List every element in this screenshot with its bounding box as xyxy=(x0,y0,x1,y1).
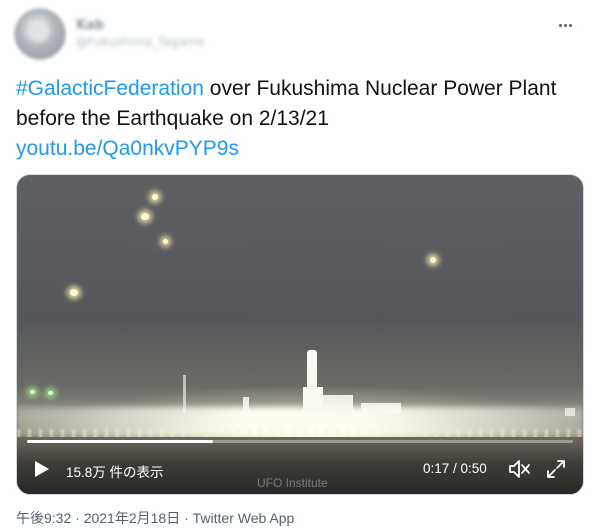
more-horizontal-icon xyxy=(558,23,562,27)
tweet-footer: 午後9:32 · 2021年2月18日 · Twitter Web App xyxy=(16,508,294,528)
source-app[interactable]: Twitter Web App xyxy=(193,510,295,526)
youtube-link[interactable]: youtu.be/Qa0nkvPYP9s xyxy=(16,137,239,160)
video-player[interactable]: 15.8万 件の表示 0:17 / 0:50 UFO Institute xyxy=(16,174,584,495)
user-info[interactable]: Kab @Fukushima_Tagame xyxy=(76,18,216,54)
sky-light xyxy=(430,257,436,263)
muted-speaker-icon[interactable] xyxy=(507,458,531,480)
video-time: 0:17 / 0:50 xyxy=(423,461,487,476)
view-count: 15.8万 件の表示 xyxy=(66,465,164,480)
video-progress-fill xyxy=(27,440,213,443)
sky-light xyxy=(70,289,78,296)
tweet-timestamp[interactable]: 午後9:32 · 2021年2月18日 xyxy=(16,510,180,526)
play-icon[interactable] xyxy=(33,460,51,478)
more-options-button[interactable] xyxy=(554,16,576,34)
sky-light xyxy=(48,391,53,395)
video-watermark: UFO Institute xyxy=(257,476,328,490)
sky-light xyxy=(141,213,149,220)
hashtag-link[interactable]: #GalacticFederation xyxy=(16,77,204,100)
sky-light xyxy=(163,239,168,244)
user-handle[interactable]: @Fukushima_Tagame xyxy=(76,34,216,50)
sky-light xyxy=(30,390,35,394)
sky-light xyxy=(152,194,158,200)
video-progress-bar[interactable] xyxy=(27,440,573,443)
tweet-text: #GalacticFederation over Fukushima Nucle… xyxy=(16,74,576,164)
expand-icon[interactable] xyxy=(545,458,567,480)
tweet-header: Kab @Fukushima_Tagame xyxy=(14,8,584,64)
avatar[interactable] xyxy=(14,8,66,60)
display-name[interactable]: Kab xyxy=(76,18,216,34)
footer-separator: · xyxy=(180,510,193,526)
